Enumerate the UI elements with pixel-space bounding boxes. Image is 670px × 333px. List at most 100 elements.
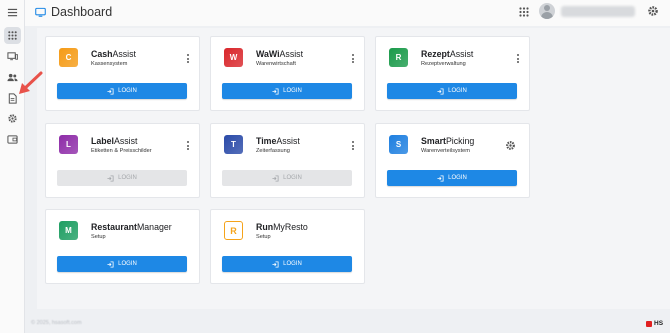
title-area: Dashboard: [35, 5, 112, 19]
app-name-rest: Assist: [449, 49, 474, 59]
app-logo-icon: M: [59, 221, 78, 240]
app-subtitle: Kassensystem: [91, 61, 128, 67]
login-button[interactable]: LOGIN: [387, 170, 517, 186]
login-button-label: LOGIN: [118, 261, 137, 267]
app-name-rest: Assist: [112, 49, 136, 59]
app-name: SmartPicking: [421, 136, 474, 146]
app-grid-panel: C CashAssist Kassensystem LOGIN W WaWiAssist W…: [37, 28, 670, 309]
top-bar: Dashboard: [25, 0, 670, 26]
document-icon[interactable]: [4, 90, 21, 107]
more-options-icon[interactable]: [184, 141, 192, 152]
more-options-icon[interactable]: [184, 54, 192, 65]
app-subtitle: Setup: [91, 234, 106, 240]
app-name-bold: Smart: [421, 136, 446, 146]
app-card: R RunMyResto Setup LOGIN: [210, 209, 365, 284]
app-card: W WaWiAssist Warenwirtschaft LOGIN: [210, 36, 365, 111]
login-icon: [107, 87, 114, 95]
app-logo-letter: L: [66, 140, 71, 149]
app-logo-letter: T: [231, 140, 236, 149]
app-card: L LabelAssist Etiketten & Preisschilder LOG…: [45, 123, 200, 198]
app-name-bold: WaWi: [256, 49, 280, 59]
login-button[interactable]: LOGIN: [222, 256, 352, 272]
app-name-rest: Assist: [113, 136, 138, 146]
dashboard-monitor-icon: [35, 7, 46, 17]
app-logo-letter: M: [65, 226, 72, 235]
users-icon[interactable]: [4, 69, 21, 86]
login-button[interactable]: LOGIN: [387, 83, 517, 99]
login-button-label: LOGIN: [118, 88, 137, 94]
app-name-bold: Run: [256, 222, 274, 232]
login-button-label: LOGIN: [448, 175, 467, 181]
app-logo-icon: L: [59, 135, 78, 154]
brand-mark-icon: [646, 320, 652, 327]
more-options-icon[interactable]: [349, 54, 357, 65]
app-card: C CashAssist Kassensystem LOGIN: [45, 36, 200, 111]
app-name: RezeptAssist: [421, 49, 473, 59]
login-icon: [107, 260, 114, 268]
app-card: R RezeptAssist Rezeptverwaltung LOGIN: [375, 36, 530, 111]
app-logo-letter: R: [395, 53, 402, 62]
login-button-label: LOGIN: [448, 88, 467, 94]
user-name-redacted[interactable]: [561, 6, 635, 17]
app-name-rest: MyResto: [273, 222, 308, 232]
login-icon: [272, 260, 279, 268]
settings-gear-icon[interactable]: [505, 140, 516, 151]
app-subtitle: Etiketten & Preisschilder: [91, 148, 152, 154]
login-icon: [107, 174, 114, 182]
app-logo-icon: R: [389, 48, 408, 67]
login-icon: [272, 87, 279, 95]
app-name-bold: Label: [91, 136, 114, 146]
sidebar: [0, 0, 25, 333]
wallet-icon[interactable]: [4, 131, 21, 148]
app-logo-letter: C: [65, 53, 72, 62]
app-logo-icon: C: [59, 48, 78, 67]
app-name: RunMyResto: [256, 222, 308, 232]
app-logo-letter: R: [230, 225, 237, 236]
apps-icon[interactable]: [4, 27, 21, 44]
login-button[interactable]: LOGIN: [222, 83, 352, 99]
app-name-bold: Time: [256, 136, 277, 146]
app-name-bold: Restaurant: [91, 222, 137, 232]
app-name-rest: Manager: [136, 222, 172, 232]
avatar[interactable]: [539, 3, 555, 19]
app-subtitle: Rezeptverwaltung: [421, 61, 466, 67]
copyright-text: © 2025, hsasoft.com: [31, 320, 82, 326]
app-subtitle: Setup: [256, 234, 271, 240]
brand-logo: HS: [646, 320, 663, 327]
login-button[interactable]: LOGIN: [57, 83, 187, 99]
app-card: S SmartPicking Warenverteilsystem LOGIN: [375, 123, 530, 198]
login-icon: [437, 174, 444, 182]
brand-text: HS: [654, 320, 664, 327]
login-button: LOGIN: [57, 170, 187, 186]
more-options-icon[interactable]: [514, 54, 522, 65]
settings-gear-icon[interactable]: [647, 5, 659, 17]
page-title: Dashboard: [51, 5, 113, 19]
more-options-icon[interactable]: [349, 141, 357, 152]
app-logo-icon: R: [224, 221, 243, 240]
app-logo-letter: W: [229, 53, 238, 62]
gear-icon[interactable]: [4, 110, 21, 127]
app-name: RestaurantManager: [91, 222, 172, 232]
app-logo-icon: W: [224, 48, 243, 67]
monitor-icon[interactable]: [4, 48, 21, 65]
login-button-label: LOGIN: [283, 261, 302, 267]
login-icon: [437, 87, 444, 95]
app-card: M RestaurantManager Setup LOGIN: [45, 209, 200, 284]
app-logo-icon: T: [224, 135, 243, 154]
app-name: CashAssist: [91, 49, 136, 59]
app-name-bold: Cash: [91, 49, 113, 59]
login-icon: [272, 174, 279, 182]
app-logo-icon: S: [389, 135, 408, 154]
login-button-label: LOGIN: [118, 175, 137, 181]
app-name-rest: Picking: [445, 136, 475, 146]
apps-grid-icon[interactable]: [518, 6, 530, 18]
login-button[interactable]: LOGIN: [57, 256, 187, 272]
app-name-bold: Rezept: [421, 49, 450, 59]
login-button: LOGIN: [222, 170, 352, 186]
app-card: T TimeAssist Zeiterfassung LOGIN: [210, 123, 365, 198]
menu-icon[interactable]: [4, 4, 21, 21]
app-logo-letter: S: [395, 140, 402, 149]
login-button-label: LOGIN: [283, 88, 302, 94]
app-subtitle: Warenverteilsystem: [421, 148, 470, 154]
app-name-rest: Assist: [279, 49, 304, 59]
